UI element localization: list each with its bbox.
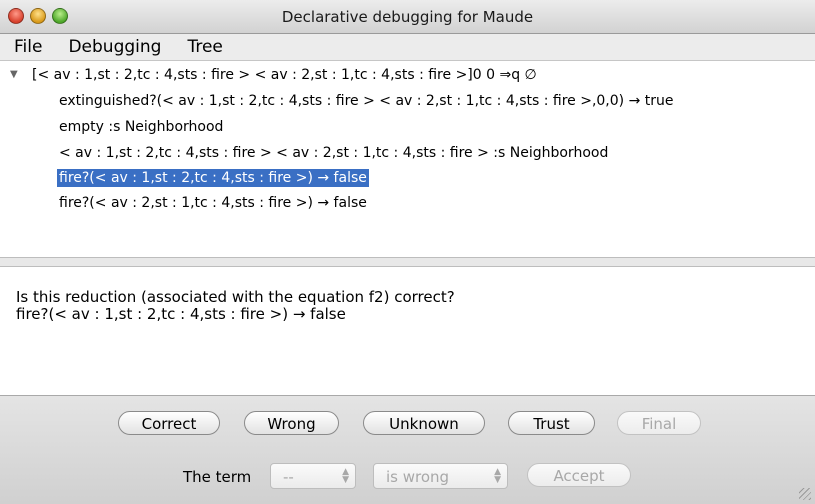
- menu-debugging[interactable]: Debugging: [68, 34, 161, 60]
- disclosure-triangle-icon[interactable]: ▼: [10, 69, 18, 80]
- menu-bar: File Debugging Tree: [0, 34, 815, 61]
- window-title: Declarative debugging for Maude: [281, 8, 534, 26]
- tree-node[interactable]: fire?(< av : 2,st : 1,tc : 4,sts : fire …: [59, 194, 367, 212]
- resize-grip-icon[interactable]: [799, 488, 811, 500]
- question-text: Is this reduction (associated with the e…: [16, 288, 455, 306]
- answer-panel: Correct Wrong Unknown Trust Final The te…: [0, 395, 815, 504]
- term-select-value: --: [283, 468, 294, 486]
- accept-button[interactable]: Accept: [527, 463, 631, 487]
- stepper-icon: ▲ ▼: [494, 467, 501, 485]
- question-expression: fire?(< av : 1,st : 2,tc : 4,sts : fire …: [16, 305, 346, 323]
- menu-file[interactable]: File: [14, 34, 42, 60]
- term-select[interactable]: -- ▲ ▼: [270, 463, 356, 489]
- term-label: The term: [183, 468, 252, 486]
- unknown-button[interactable]: Unknown: [363, 411, 485, 435]
- wrong-button[interactable]: Wrong: [244, 411, 339, 435]
- tree-root-node[interactable]: [< av : 1,st : 2,tc : 4,sts : fire > < a…: [32, 66, 537, 84]
- debug-tree: ▼ [< av : 1,st : 2,tc : 4,sts : fire > <…: [0, 61, 815, 256]
- split-divider[interactable]: [0, 257, 815, 267]
- tree-node[interactable]: empty :s Neighborhood: [59, 118, 223, 136]
- tree-node[interactable]: extinguished?(< av : 1,st : 2,tc : 4,sts…: [59, 92, 674, 110]
- menu-tree[interactable]: Tree: [187, 34, 222, 60]
- title-bar: Declarative debugging for Maude: [0, 0, 815, 34]
- correct-button[interactable]: Correct: [118, 411, 220, 435]
- stepper-icon: ▲ ▼: [342, 467, 349, 485]
- verdict-select-value: is wrong: [386, 468, 450, 486]
- trust-button[interactable]: Trust: [508, 411, 595, 435]
- tree-node-selected[interactable]: fire?(< av : 1,st : 2,tc : 4,sts : fire …: [57, 169, 369, 187]
- final-button[interactable]: Final: [617, 411, 701, 435]
- tree-node[interactable]: < av : 1,st : 2,tc : 4,sts : fire > < av…: [59, 144, 608, 162]
- verdict-select[interactable]: is wrong ▲ ▼: [373, 463, 508, 489]
